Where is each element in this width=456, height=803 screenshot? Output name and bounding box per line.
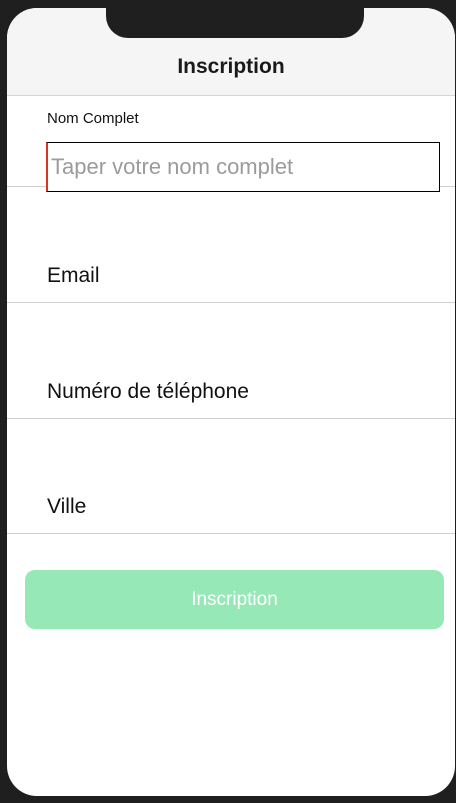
phone-frame: Inscription Nom Complet Email Numéro de … [0,0,456,803]
email-field-group[interactable]: Email [7,187,455,303]
device-notch [106,8,364,38]
page-title: Inscription [177,55,285,78]
name-field-label: Nom Complet [47,110,139,127]
city-field-label: Ville [47,495,87,518]
city-field-group[interactable]: Ville [7,419,455,534]
phone-field-label: Numéro de téléphone [47,380,249,403]
name-input[interactable] [46,142,440,192]
email-field-label: Email [47,264,100,287]
name-field-group: Nom Complet [7,96,455,192]
phone-field-group[interactable]: Numéro de téléphone [7,303,455,419]
app-screen: Inscription Nom Complet Email Numéro de … [7,8,455,796]
submit-button[interactable]: Inscription [25,570,444,629]
